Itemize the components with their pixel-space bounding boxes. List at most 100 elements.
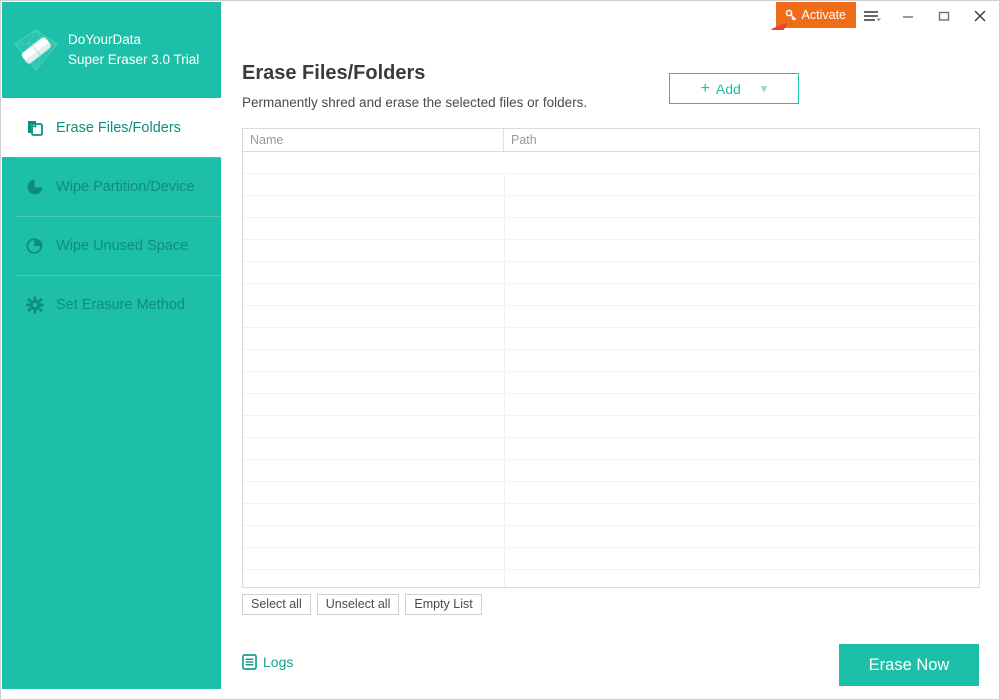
sidebar-item-label: Set Erasure Method <box>56 297 185 313</box>
cell-path <box>504 306 979 327</box>
cell-path <box>504 504 979 525</box>
page-title: Erase Files/Folders <box>242 62 425 85</box>
cell-name <box>243 416 504 437</box>
cell-name <box>243 284 504 305</box>
cell-path <box>504 284 979 305</box>
file-list-table: Name Path <box>242 128 980 588</box>
table-header-row: Name Path <box>243 129 979 152</box>
table-row[interactable] <box>243 372 979 394</box>
cell-name <box>243 548 504 569</box>
erase-now-button[interactable]: Erase Now <box>839 644 979 686</box>
brand-product: Super Eraser 3.0 Trial <box>68 50 199 70</box>
copy-files-icon <box>24 117 46 139</box>
column-header-name[interactable]: Name <box>243 129 504 151</box>
eraser-shield-icon <box>10 24 62 76</box>
logs-label: Logs <box>263 654 293 670</box>
table-row[interactable] <box>243 196 979 218</box>
cell-name <box>243 504 504 525</box>
add-button[interactable]: + Add ▾ <box>669 73 799 104</box>
cell-name <box>243 328 504 349</box>
cell-name <box>243 306 504 327</box>
table-row[interactable] <box>243 328 979 350</box>
cell-path <box>504 482 979 503</box>
cell-path <box>504 394 979 415</box>
sidebar-item-set-erasure-method[interactable]: Set Erasure Method <box>2 275 221 334</box>
empty-list-button[interactable]: Empty List <box>405 594 481 615</box>
brand-company: DoYourData <box>68 30 199 50</box>
table-row[interactable] <box>243 284 979 306</box>
document-lines-icon <box>242 654 257 670</box>
table-row[interactable] <box>243 526 979 548</box>
cell-path <box>504 262 979 283</box>
table-row[interactable] <box>243 438 979 460</box>
sidebar-item-label: Wipe Partition/Device <box>56 179 195 195</box>
cell-name <box>243 218 504 239</box>
cell-name <box>243 240 504 261</box>
table-row[interactable] <box>243 152 979 174</box>
cell-name <box>243 482 504 503</box>
cell-name <box>243 438 504 459</box>
chevron-down-icon[interactable]: ▾ <box>761 81 768 97</box>
sidebar-item-erase-files-folders[interactable]: Erase Files/Folders <box>2 98 221 157</box>
pie-segment-icon <box>24 235 46 257</box>
add-button-label: Add <box>716 81 741 97</box>
cell-name <box>243 350 504 371</box>
main-content: Erase Files/Folders Permanently shred an… <box>221 30 998 698</box>
title-bar: Activate <box>221 2 998 30</box>
cell-name <box>243 372 504 393</box>
sidebar: DoYourData Super Eraser 3.0 Trial Erase … <box>2 2 221 689</box>
table-row[interactable] <box>243 218 979 240</box>
list-action-buttons: Select all Unselect all Empty List <box>242 594 482 615</box>
cell-path <box>504 460 979 481</box>
table-row[interactable] <box>243 460 979 482</box>
cell-name <box>243 526 504 547</box>
table-row[interactable] <box>243 548 979 570</box>
unselect-all-button[interactable]: Unselect all <box>317 594 400 615</box>
cell-path <box>504 548 979 569</box>
cell-path <box>504 218 979 239</box>
cell-name <box>243 460 504 481</box>
table-row[interactable] <box>243 350 979 372</box>
table-row[interactable] <box>243 394 979 416</box>
sidebar-item-wipe-partition-device[interactable]: Wipe Partition/Device <box>2 157 221 216</box>
brand-header: DoYourData Super Eraser 3.0 Trial <box>2 2 221 98</box>
plus-icon: + <box>701 81 710 97</box>
brand-text: DoYourData Super Eraser 3.0 Trial <box>68 30 199 69</box>
maximize-icon[interactable] <box>926 2 962 30</box>
table-row[interactable] <box>243 174 979 196</box>
table-row[interactable] <box>243 416 979 438</box>
hamburger-menu-icon[interactable] <box>856 2 890 30</box>
cell-name <box>243 174 504 195</box>
cell-path <box>504 372 979 393</box>
minimize-icon[interactable] <box>890 2 926 30</box>
cell-path <box>504 526 979 547</box>
logs-link[interactable]: Logs <box>242 654 293 670</box>
close-icon[interactable] <box>962 2 998 30</box>
key-icon <box>785 9 797 21</box>
page-subtitle: Permanently shred and erase the selected… <box>242 95 587 110</box>
table-row[interactable] <box>243 504 979 526</box>
table-row[interactable] <box>243 262 979 284</box>
table-row[interactable] <box>243 482 979 504</box>
cell-path <box>504 328 979 349</box>
cell-path <box>504 196 979 217</box>
cell-path <box>504 416 979 437</box>
cell-path <box>504 570 979 588</box>
sidebar-item-wipe-unused-space[interactable]: Wipe Unused Space <box>2 216 221 275</box>
cell-name <box>243 570 504 588</box>
sidebar-item-label: Wipe Unused Space <box>56 238 188 254</box>
cell-path <box>504 350 979 371</box>
table-body[interactable] <box>243 152 979 588</box>
cell-path <box>504 240 979 261</box>
pie-disk-icon <box>24 176 46 198</box>
cell-path <box>504 152 979 173</box>
cell-path <box>504 174 979 195</box>
table-row[interactable] <box>243 240 979 262</box>
table-row[interactable] <box>243 570 979 588</box>
activate-button[interactable]: Activate <box>776 2 856 28</box>
cell-name <box>243 196 504 217</box>
select-all-button[interactable]: Select all <box>242 594 311 615</box>
activate-label: Activate <box>802 8 846 22</box>
column-header-path[interactable]: Path <box>504 129 979 151</box>
table-row[interactable] <box>243 306 979 328</box>
